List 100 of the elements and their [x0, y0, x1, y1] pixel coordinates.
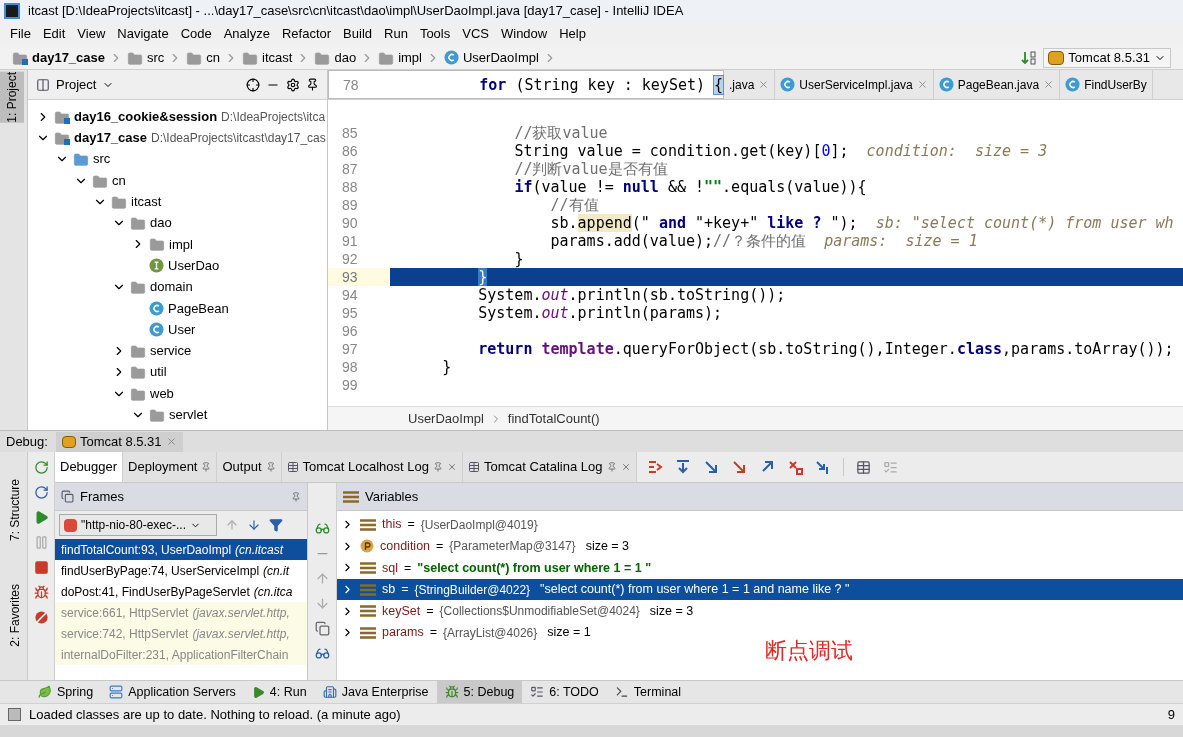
variable-row[interactable]: sql = "select count(*) from user where 1 = 1 " — [337, 557, 1183, 579]
tree-item[interactable]: service — [150, 341, 192, 361]
menu-item[interactable]: File — [4, 24, 37, 44]
close-icon[interactable] — [447, 462, 457, 472]
editor-tab[interactable]: FindUserBy — [1060, 70, 1153, 99]
debug-tab[interactable]: Deployment — [123, 452, 218, 482]
bug-icon — [444, 685, 459, 699]
tool-window-button[interactable]: 5: Debug — [436, 681, 523, 703]
breadcrumb[interactable]: UserDaoImpl — [463, 47, 539, 68]
stack-frame[interactable]: service:661, HttpServlet (javax.servlet.http, — [55, 602, 307, 623]
variable-row[interactable]: keySet = {Collections$UnmodifiableSet@4024} size = 3 — [337, 600, 1183, 622]
settings-icon[interactable] — [286, 77, 300, 92]
debug-tab[interactable]: Output — [217, 452, 282, 482]
thread-dropdown[interactable]: "http-nio-80-exec-... — [59, 514, 217, 536]
pin-icon[interactable] — [306, 78, 319, 91]
editor-tab[interactable]: PageBean.java — [933, 70, 1061, 99]
breadcrumb[interactable]: cn — [206, 47, 221, 68]
refresh-icon[interactable] — [33, 485, 49, 500]
tree-item[interactable]: impl — [169, 234, 193, 255]
breadcrumb[interactable]: day17_case — [32, 47, 105, 68]
debug-tab[interactable]: Debugger — [55, 452, 124, 482]
arrow-down-icon[interactable] — [247, 518, 261, 532]
menu-item[interactable]: Refactor — [275, 24, 338, 44]
session-tab[interactable]: Tomcat 8.5.31 — [55, 431, 183, 452]
tool-window-button[interactable]: 4: Run — [243, 681, 315, 703]
editor-tab[interactable]: UserServiceImpl.java — [775, 70, 934, 99]
tree-item[interactable]: src — [93, 149, 111, 169]
rerun-icon[interactable] — [33, 460, 49, 475]
close-icon[interactable] — [758, 79, 770, 90]
run-config-dropdown[interactable]: Tomcat 8.5.31 — [1043, 47, 1171, 68]
variable-row[interactable]: this = {UserDaoImpl@4019} — [337, 514, 1183, 536]
tree-item[interactable]: PageBean — [168, 298, 229, 319]
tree-item[interactable]: dao — [150, 213, 172, 233]
build-icon[interactable] — [1021, 49, 1038, 66]
field-icon — [343, 490, 359, 503]
debug-tab[interactable]: Tomcat Localhost Log — [281, 452, 463, 482]
stack-frame[interactable]: internalDoFilter:231, ApplicationFilterChain — [55, 644, 307, 665]
tool-window-button[interactable]: Application Servers — [101, 681, 244, 703]
tool-window-button[interactable]: Java Enterprise — [314, 681, 437, 703]
stack-frame[interactable]: doPost:41, FindUserByPageServlet (cn.itca — [55, 581, 307, 602]
side-tab[interactable]: 2: Favorites — [0, 584, 24, 647]
menu-item[interactable]: Analyze — [217, 24, 276, 44]
close-icon[interactable] — [916, 79, 928, 90]
tree-item[interactable]: day17_case — [74, 128, 147, 148]
filter-icon[interactable] — [269, 518, 283, 532]
step-over-icon[interactable] — [674, 459, 691, 475]
variable-row[interactable]: condition = {ParameterMap@3147} size = 3 — [337, 535, 1183, 558]
stop-icon[interactable] — [33, 560, 49, 575]
tree-item[interactable]: servlet — [169, 405, 208, 425]
tree-item[interactable]: User — [168, 319, 196, 340]
breadcrumb[interactable]: dao — [334, 47, 357, 68]
tree-item[interactable]: day16_cookie&session — [74, 106, 218, 127]
menu-item[interactable]: Navigate — [111, 24, 175, 44]
breadcrumb[interactable]: impl — [398, 47, 422, 68]
panel-title[interactable]: Project — [56, 74, 97, 95]
breadcrumb[interactable]: findTotalCount() — [507, 408, 600, 429]
tree-item[interactable]: cn — [112, 170, 126, 191]
menu-item[interactable]: Run — [378, 24, 414, 44]
close-icon[interactable] — [1043, 79, 1055, 90]
breadcrumb[interactable]: UserDaoImpl — [408, 408, 484, 429]
run-to-cursor-icon[interactable] — [814, 459, 831, 475]
menu-item[interactable]: Edit — [36, 24, 72, 44]
tool-window-button[interactable]: 6: TODO — [522, 681, 607, 703]
editor-tab[interactable]: .java — [724, 70, 776, 99]
side-tab[interactable]: 7: Structure — [0, 479, 24, 542]
breadcrumb[interactable]: src — [147, 47, 165, 68]
locate-icon[interactable] — [246, 77, 260, 92]
close-icon[interactable] — [620, 462, 631, 472]
step-into-icon[interactable] — [702, 459, 719, 475]
menu-item[interactable]: Help — [553, 24, 592, 44]
menu-item[interactable]: VCS — [456, 24, 495, 44]
menu-item[interactable]: Tools — [413, 24, 457, 44]
menu-item[interactable]: View — [71, 24, 112, 44]
menu-item[interactable]: Window — [494, 24, 554, 44]
menu-item[interactable]: Build — [337, 24, 378, 44]
stack-frame[interactable]: service:742, HttpServlet (javax.servlet.http, — [55, 623, 307, 644]
tree-item[interactable]: web — [150, 383, 174, 404]
class-icon — [938, 77, 954, 92]
force-step-into-icon[interactable] — [730, 459, 747, 475]
tool-window-button[interactable]: Spring — [30, 681, 102, 703]
menu-item[interactable]: Code — [174, 24, 218, 44]
tree-item[interactable]: UserDao — [168, 255, 220, 276]
debug-tab[interactable]: Tomcat Catalina Log — [463, 452, 637, 482]
stack-frame[interactable]: findUserByPage:74, UserServiceImpl (cn.it — [55, 560, 307, 581]
breadcrumb[interactable]: itcast — [262, 47, 293, 68]
tree-item[interactable]: domain — [150, 277, 193, 297]
mute-breakpoints-icon[interactable] — [33, 610, 49, 625]
evaluate-icon[interactable] — [855, 459, 871, 475]
line-number: 94 — [341, 286, 359, 304]
class-icon — [444, 50, 459, 65]
show-execution-point-icon[interactable] — [646, 459, 663, 475]
stack-frame[interactable]: findTotalCount:93, UserDaoImpl (cn.itcast — [55, 539, 307, 560]
drop-frame-icon[interactable] — [786, 459, 803, 475]
resume-icon[interactable] — [33, 510, 49, 525]
tree-item[interactable]: util — [150, 362, 167, 382]
variable-row[interactable]: sb = {StringBuilder@4022} "select count(*) from user where 1 = 1 and name like ? " — [337, 578, 1183, 601]
copy-icon[interactable] — [314, 621, 330, 636]
side-tab[interactable]: 1: Project — [0, 72, 24, 123]
tool-window-button[interactable]: Terminal — [606, 681, 690, 703]
tree-item[interactable]: itcast — [131, 192, 162, 212]
